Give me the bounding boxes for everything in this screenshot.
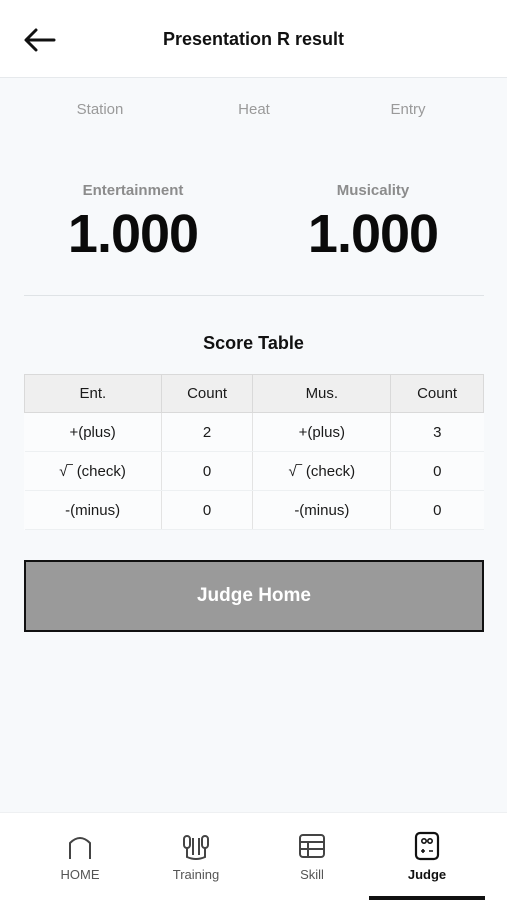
nav-item-training[interactable]: Training (138, 813, 254, 900)
cell-mus-minus: -(minus) (252, 490, 392, 530)
entertainment-score: Entertainment 1.000 (33, 182, 233, 265)
judge-device-icon (414, 831, 440, 861)
nav-item-home[interactable]: HOME (22, 813, 138, 900)
table-icon (299, 834, 325, 858)
table-row: +(plus) 2 +(plus) 3 (24, 412, 484, 452)
cell-mus-check-count: 0 (390, 451, 484, 491)
score-table-title: Score Table (203, 333, 304, 353)
cell-ent-plus: +(plus) (24, 412, 162, 452)
app-header: Presentation R result (0, 0, 507, 78)
meta-row: Station Heat Entry (0, 101, 507, 121)
musicality-value: 1.000 (307, 204, 439, 264)
divider (24, 295, 484, 296)
heat-label: Heat (238, 101, 270, 118)
cell-mus-plus: +(plus) (252, 412, 392, 452)
table-row: √‾ (check) 0 √‾ (check) 0 (24, 451, 484, 491)
header-ent: Ent. (24, 374, 162, 413)
nav-label-home: HOME (60, 867, 100, 882)
bottom-nav: HOME Training Skill Judge (0, 812, 507, 900)
cell-ent-minus-count: 0 (160, 490, 254, 530)
page-title: Presentation R result (162, 29, 345, 49)
nav-item-judge[interactable]: Judge (369, 813, 485, 900)
cell-ent-minus: -(minus) (24, 490, 162, 530)
musicality-label: Musicality (336, 182, 410, 199)
entertainment-value: 1.000 (67, 204, 199, 264)
home-icon (69, 837, 91, 859)
musicality-score: Musicality 1.000 (273, 182, 473, 265)
nav-label-training: Training (172, 867, 220, 882)
entertainment-label: Entertainment (82, 182, 184, 199)
nav-label-judge: Judge (407, 867, 447, 882)
cell-ent-plus-count: 2 (160, 412, 254, 452)
cell-mus-check: √‾ (check) (252, 451, 392, 491)
active-tab-indicator (369, 896, 485, 900)
cell-ent-check-count: 0 (160, 451, 254, 491)
nav-item-skill[interactable]: Skill (254, 813, 370, 900)
cell-ent-check: √‾ (check) (24, 451, 162, 491)
cell-mus-plus-count: 3 (390, 412, 484, 452)
header-count-mus: Count (390, 374, 484, 413)
table-row: -(minus) 0 -(minus) 0 (24, 490, 484, 530)
cell-mus-minus-count: 0 (390, 490, 484, 530)
score-table: Ent. Count Mus. Count +(plus) 2 +(plus) … (24, 374, 484, 530)
table-header-row: Ent. Count Mus. Count (24, 374, 484, 413)
entry-label: Entry (390, 101, 426, 118)
header-count-ent: Count (160, 374, 254, 413)
header-mus: Mus. (252, 374, 392, 413)
jump-rope-icon (183, 835, 209, 860)
judge-home-button[interactable]: Judge Home (24, 560, 484, 632)
nav-label-skill: Skill (300, 867, 324, 882)
station-label: Station (76, 101, 124, 118)
